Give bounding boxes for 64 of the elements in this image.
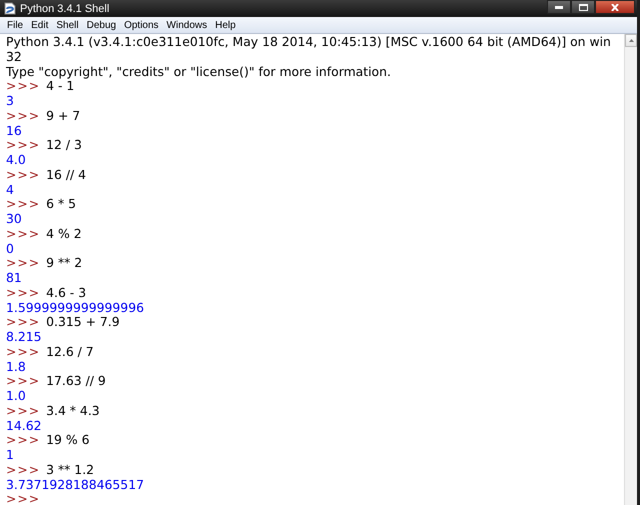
command-text: 4 % 2 [46, 226, 82, 242]
close-icon [611, 4, 619, 10]
result-text: 14.62 [6, 418, 42, 434]
command-text: 12.6 / 7 [46, 344, 94, 360]
prompt: >>> [6, 492, 40, 505]
banner-text: Python 3.4.1 (v3.4.1:c0e311e010fc, May 18 2014, 10:45:13) [MSC v.1600 64 bit (AMD64)] on win [6, 35, 611, 50]
command-text: 19 % 6 [46, 433, 90, 448]
app-icon [4, 2, 16, 15]
command-text: 0.315 + 7.9 [46, 315, 120, 330]
result-text: 3.7371928188465517 [6, 478, 144, 492]
prompt: >>> [6, 108, 40, 124]
prompt: >>> [6, 286, 40, 300]
command-text: 9 ** 2 [46, 256, 82, 271]
prompt: >>> [6, 462, 40, 478]
prompt: >>> [6, 374, 40, 389]
menu-item[interactable]: Windows [162, 20, 212, 30]
menu-item[interactable]: Edit [27, 20, 52, 30]
command-text: 3.4 * 4.3 [46, 404, 100, 418]
maximize-button[interactable] [571, 0, 595, 14]
banner-text: 32 [6, 50, 22, 64]
menu-item[interactable]: Help [211, 20, 240, 30]
prompt: >>> [6, 138, 40, 153]
prompt: >>> [6, 226, 40, 242]
window-title: Python 3.4.1 Shell [20, 2, 110, 14]
scrollbar[interactable] [624, 34, 637, 505]
minimize-button[interactable] [547, 0, 571, 14]
result-text: 30 [6, 212, 22, 227]
prompt: >>> [6, 344, 40, 360]
menu-item[interactable]: Shell [52, 20, 83, 30]
result-text: 8.215 [6, 330, 42, 345]
command-text: 4 - 1 [46, 79, 74, 94]
result-text: 16 [6, 124, 22, 138]
menu-item[interactable]: Debug [82, 20, 120, 30]
result-text: 1.0 [6, 389, 26, 404]
banner-text: Type "copyright", "credits" or "license()" for more information. [6, 64, 391, 80]
command-text: 3 ** 1.2 [46, 462, 94, 478]
result-text: 0 [6, 242, 14, 256]
menu-item[interactable]: File [3, 20, 28, 30]
command-text: 9 + 7 [46, 108, 80, 124]
command-text: 16 // 4 [46, 168, 86, 182]
scroll-up-button[interactable] [625, 34, 637, 47]
command-text: 12 / 3 [46, 138, 82, 153]
command-text: 4.6 - 3 [46, 286, 86, 300]
prompt: >>> [6, 404, 40, 418]
result-text: 1.5999999999999996 [6, 300, 144, 316]
minimize-icon [555, 6, 563, 8]
command-text: 6 * 5 [46, 197, 76, 212]
prompt: >>> [6, 256, 40, 271]
maximize-icon [578, 4, 588, 10]
result-text: 4.0 [6, 153, 26, 168]
result-text: 1.8 [6, 360, 26, 374]
prompt: >>> [6, 197, 40, 212]
close-button[interactable] [595, 0, 635, 14]
prompt: >>> [6, 168, 40, 182]
result-text: 4 [6, 182, 14, 198]
command-text: 17.63 // 9 [46, 374, 106, 389]
up-arrow-icon [628, 39, 634, 42]
result-text: 1 [6, 448, 14, 463]
result-text: 81 [6, 271, 22, 286]
menu-item[interactable]: Options [120, 20, 163, 30]
result-text: 3 [6, 94, 14, 109]
prompt: >>> [6, 315, 40, 330]
prompt: >>> [6, 433, 40, 448]
prompt: >>> [6, 79, 40, 94]
